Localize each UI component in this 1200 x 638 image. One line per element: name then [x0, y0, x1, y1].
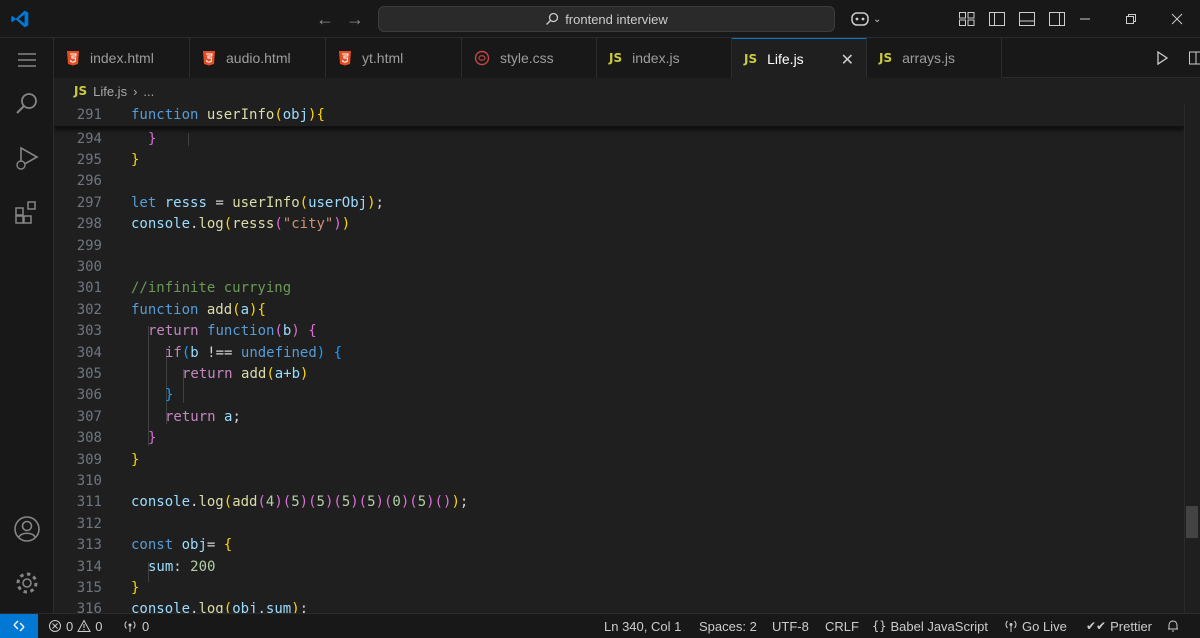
code-line: 296: [76, 173, 102, 190]
code-line: 312: [76, 515, 102, 532]
braces-icon: {}: [872, 619, 887, 633]
tab-arrays-js[interactable]: JS arrays.js: [867, 38, 1002, 78]
broadcast-icon: [124, 621, 136, 632]
error-icon: [49, 620, 61, 632]
tab-label: index.js: [632, 50, 680, 66]
code-line: 301 //infinite currying: [76, 280, 292, 297]
explorer-icon[interactable]: [13, 46, 41, 74]
broadcast-icon: [1005, 620, 1017, 632]
prettier-button[interactable]: ✔✔ Prettier: [1086, 614, 1152, 638]
end-of-line[interactable]: CRLF: [825, 614, 859, 638]
code-line: 311 console.log(add(4)(5)(5)(5)(5)(0)(5)…: [76, 494, 469, 511]
code-line: 305 return add(a+b): [76, 366, 309, 383]
code-editor[interactable]: 294 } 295 } 296 297 let resss = userInfo…: [54, 103, 1200, 613]
code-line: 315 }: [76, 580, 140, 597]
chevron-right-icon: ›: [133, 83, 138, 99]
vscode-logo: [11, 10, 29, 28]
tab-label: index.html: [90, 50, 154, 66]
html5-icon: [339, 51, 351, 66]
tab-audio-html[interactable]: audio.html: [190, 38, 326, 78]
tab-index-html[interactable]: index.html: [54, 38, 190, 78]
code-line: 297 let resss = userInfo(userObj);: [76, 194, 384, 211]
code-line: 313 const obj= {: [76, 537, 233, 554]
js-file-icon: JS: [744, 51, 758, 66]
code-line: 314 sum: 200: [76, 558, 216, 575]
code-line: 303 return function(b) {: [76, 323, 317, 340]
scrollbar-thumb[interactable]: [1186, 506, 1198, 538]
indentation[interactable]: Spaces: 2: [699, 614, 757, 638]
accounts-icon[interactable]: [13, 515, 41, 543]
code-line: 304 if(b !== undefined) {: [76, 344, 343, 361]
tab-yt-html[interactable]: yt.html: [326, 38, 462, 78]
code-line: 298 console.log(resss("city")): [76, 216, 351, 233]
html5-icon: [67, 51, 79, 66]
command-center-search[interactable]: frontend interview: [378, 6, 835, 32]
ports-indicator[interactable]: 0: [122, 614, 149, 638]
manage-gear-icon[interactable]: [13, 569, 41, 597]
code-line: 309 }: [76, 451, 140, 468]
search-text: frontend interview: [565, 11, 668, 27]
double-check-icon: ✔✔: [1086, 619, 1107, 633]
close-tab-icon[interactable]: ✕: [841, 50, 854, 70]
breadcrumb: JS Life.js › ...: [54, 79, 1200, 103]
warning-icon: [77, 619, 92, 632]
tab-label: yt.html: [362, 50, 404, 66]
editor-tabs: index.html audio.html yt.html style.css …: [54, 38, 1200, 78]
go-live-button[interactable]: Go Live: [1004, 614, 1067, 638]
title-bar: ← → frontend interview ⌄: [0, 0, 1200, 38]
breadcrumb-rest[interactable]: ...: [143, 84, 154, 99]
code-line: 302 function add(a){: [76, 301, 266, 318]
search-icon[interactable]: [13, 90, 41, 118]
remote-window-icon[interactable]: [0, 614, 38, 638]
problems-indicator[interactable]: 0 0: [48, 614, 102, 638]
customize-layout-icon[interactable]: [958, 11, 976, 27]
js-file-icon: JS: [879, 51, 893, 65]
cursor-position[interactable]: Ln 340, Col 1: [604, 614, 681, 638]
code-line: 307 return a;: [76, 408, 241, 425]
status-bar: 0 0 0 Ln 340, Col 1 Spaces: 2 UTF-8 CRLF…: [0, 613, 1200, 638]
js-file-icon: JS: [609, 51, 623, 65]
tab-label: audio.html: [226, 50, 291, 66]
code-line: 295 }: [76, 152, 140, 169]
encoding[interactable]: UTF-8: [772, 614, 809, 638]
tab-life-js[interactable]: JS Life.js ✕: [732, 38, 867, 78]
copilot-icon[interactable]: ⌄: [850, 10, 886, 28]
code-line: 310: [76, 473, 102, 490]
toggle-primary-sidebar-icon[interactable]: [988, 11, 1006, 27]
code-line: 308 }: [76, 430, 157, 447]
sticky-scroll-line[interactable]: 291 function userInfo(obj){: [54, 103, 1184, 127]
code-line: 300: [76, 259, 102, 276]
search-icon: [546, 12, 559, 25]
split-editor-icon[interactable]: [1188, 50, 1200, 66]
bell-icon: [1168, 620, 1178, 632]
activity-bar: [0, 38, 54, 613]
css-icon: [474, 50, 490, 66]
close-icon[interactable]: [1154, 0, 1200, 38]
code-line: 316 console.log(obj.sum);: [76, 601, 309, 613]
code-line: 306 }: [76, 387, 174, 404]
run-debug-icon[interactable]: [13, 144, 41, 172]
toggle-panel-icon[interactable]: [1018, 11, 1036, 27]
tab-label: arrays.js: [902, 50, 956, 66]
minimize-icon[interactable]: [1062, 0, 1108, 38]
notifications-bell[interactable]: [1166, 614, 1180, 638]
html5-icon: [203, 51, 215, 66]
chevron-down-icon[interactable]: ⌄: [873, 14, 881, 25]
forward-arrow-icon[interactable]: →: [346, 9, 364, 29]
breadcrumb-file[interactable]: Life.js: [93, 84, 127, 99]
tab-label: Life.js: [767, 50, 804, 67]
tab-style-css[interactable]: style.css: [462, 38, 597, 78]
code-line: 294 }: [76, 130, 157, 147]
language-mode[interactable]: {} Babel JavaScript: [872, 614, 988, 638]
back-arrow-icon[interactable]: ←: [316, 9, 334, 29]
code-line: 299: [76, 237, 102, 254]
tab-label: style.css: [500, 50, 554, 66]
extensions-icon[interactable]: [13, 199, 41, 227]
tab-index-js[interactable]: JS index.js: [597, 38, 732, 78]
run-file-icon[interactable]: [1154, 50, 1170, 66]
restore-icon[interactable]: [1108, 0, 1154, 38]
js-file-icon: JS: [74, 84, 88, 98]
